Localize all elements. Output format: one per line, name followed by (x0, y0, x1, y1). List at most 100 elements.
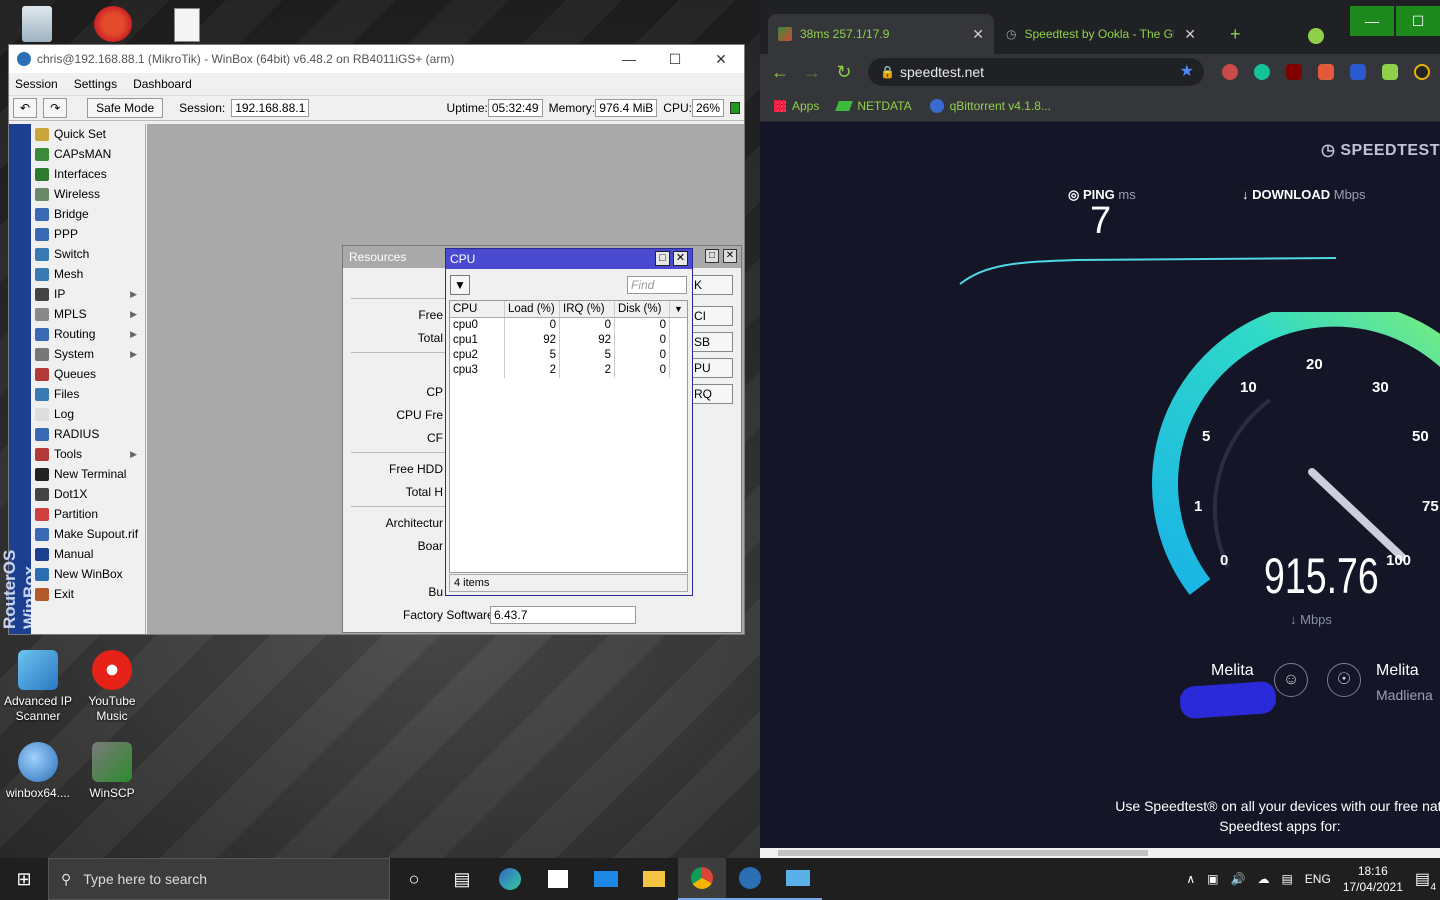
safe-mode-button[interactable]: Safe Mode (87, 98, 164, 118)
table-row[interactable]: cpu1 92 92 0 (450, 333, 687, 348)
scrollbar-thumb[interactable] (778, 850, 1148, 856)
sidebar-item-new-winbox[interactable]: New WinBox (31, 564, 145, 584)
sidebar-item-routing[interactable]: Routing ▶ (31, 324, 145, 344)
menu-settings[interactable]: Settings (74, 77, 117, 91)
minimize-icon[interactable]: — (606, 51, 652, 68)
onedrive-icon[interactable]: ☁ (1257, 872, 1269, 886)
notifications-icon[interactable]: ▤ 4 (1415, 869, 1436, 893)
sidebar-item-log[interactable]: Log (31, 404, 145, 424)
grammarly-icon[interactable] (1254, 64, 1270, 80)
windows-start-icon[interactable]: ⊞ (0, 858, 48, 900)
close-icon[interactable]: ✕ (698, 51, 744, 68)
server-name[interactable]: Melita (1376, 662, 1419, 680)
sidebar-item-make-supout-rif[interactable]: Make Supout.rif (31, 524, 145, 544)
desktop-icon-winscp[interactable]: WinSCP (74, 742, 150, 801)
extension-icon[interactable] (1350, 64, 1366, 80)
sidebar-item-exit[interactable]: Exit (31, 584, 145, 604)
winbox-titlebar[interactable]: chris@192.168.88.1 (MikroTik) - WinBox (… (9, 45, 744, 73)
maximize-icon[interactable]: □ (655, 251, 670, 266)
maximize-icon[interactable]: ☐ (652, 51, 698, 68)
resources-button[interactable]: CI (689, 306, 733, 326)
column-header[interactable]: Disk (%) (615, 301, 670, 317)
extensions-puzzle-icon[interactable] (1382, 64, 1398, 80)
close-tab-icon[interactable]: ✕ (972, 26, 984, 43)
sidebar-item-files[interactable]: Files (31, 384, 145, 404)
document-icon[interactable] (174, 8, 200, 42)
bookmark-star-icon[interactable]: ★ (1180, 58, 1194, 86)
redo-icon[interactable]: ↷ (43, 98, 68, 118)
network-icon[interactable]: ▤ (1281, 872, 1292, 886)
globe-icon[interactable]: ☉ (1327, 663, 1361, 697)
extension-icon[interactable] (1318, 64, 1334, 80)
back-icon[interactable]: ← (764, 62, 796, 83)
meet-icon[interactable]: ▣ (1207, 872, 1218, 886)
bookmark-netdata[interactable]: NETDATA (835, 99, 912, 113)
ccleaner-icon[interactable] (94, 6, 132, 42)
table-row[interactable]: cpu0 0 0 0 (450, 318, 687, 333)
undo-icon[interactable]: ↶ (13, 98, 38, 118)
sidebar-item-system[interactable]: System ▶ (31, 344, 145, 364)
column-header[interactable]: Load (%) (505, 301, 560, 317)
sidebar-item-dot1x[interactable]: Dot1X (31, 484, 145, 504)
table-row[interactable]: cpu2 5 5 0 (450, 348, 687, 363)
profile-sync-icon[interactable] (1308, 28, 1324, 44)
close-icon[interactable]: ✕ (673, 251, 688, 266)
sidebar-item-capsman[interactable]: CAPsMAN (31, 144, 145, 164)
sidebar-item-wireless[interactable]: Wireless (31, 184, 145, 204)
maximize-icon[interactable]: ☐ (1396, 6, 1440, 36)
sidebar-item-new-terminal[interactable]: New Terminal (31, 464, 145, 484)
chrome-taskbar-icon[interactable] (678, 858, 726, 900)
speedtest-logo[interactable]: ◷ SPEEDTEST (1321, 140, 1440, 160)
resources-button[interactable]: RQ (689, 384, 733, 404)
sidebar-item-quick-set[interactable]: Quick Set (31, 124, 145, 144)
menu-dashboard[interactable]: Dashboard (133, 77, 192, 91)
sidebar-item-interfaces[interactable]: Interfaces (31, 164, 145, 184)
close-tab-icon[interactable]: ✕ (1184, 26, 1196, 43)
menu-session[interactable]: Session (15, 77, 58, 91)
sidebar-item-manual[interactable]: Manual (31, 544, 145, 564)
winbox-taskbar-icon[interactable] (726, 858, 774, 900)
desktop-icon-youtube-music[interactable]: YouTube Music (74, 650, 150, 724)
extension-icon[interactable] (1222, 64, 1238, 80)
tab-speedtest[interactable]: ◷ Speedtest by Ookla - The Glob ✕ (996, 14, 1206, 54)
bookmark-qbittorrent[interactable]: qBittorrent v4.1.8... (929, 98, 1051, 113)
address-bar[interactable]: 🔒 speedtest.net ★ (868, 58, 1204, 86)
edge-icon[interactable] (486, 858, 534, 900)
sidebar-item-mpls[interactable]: MPLS ▶ (31, 304, 145, 324)
resources-button[interactable]: SB (689, 332, 733, 352)
column-header[interactable]: IRQ (%) (560, 301, 615, 317)
sidebar-item-ip[interactable]: IP ▶ (31, 284, 145, 304)
new-tab-icon[interactable]: + (1230, 24, 1241, 45)
horizontal-scrollbar[interactable] (760, 848, 1440, 858)
mail-icon[interactable] (582, 858, 630, 900)
recycle-bin-icon[interactable] (22, 6, 52, 42)
maximize-icon[interactable]: □ (705, 249, 719, 263)
file-explorer-icon[interactable] (630, 858, 678, 900)
desktop-icon-winbox[interactable]: winbox64.... (0, 742, 76, 801)
user-icon[interactable]: ☺ (1274, 663, 1308, 697)
clock[interactable]: 18:16 17/04/2021 (1343, 863, 1403, 895)
sidebar-item-tools[interactable]: Tools ▶ (31, 444, 145, 464)
remote-desktop-icon[interactable] (774, 858, 822, 900)
sidebar-item-radius[interactable]: RADIUS (31, 424, 145, 444)
volume-icon[interactable]: 🔊 (1231, 872, 1246, 886)
minimize-icon[interactable]: — (1350, 6, 1394, 36)
store-icon[interactable] (534, 858, 582, 900)
forward-icon[interactable]: → (796, 62, 828, 83)
close-icon[interactable]: ✕ (723, 249, 737, 263)
task-view-icon[interactable]: ▤ (438, 858, 486, 900)
tab-netdata[interactable]: 38ms 257.1/17.9 ✕ (768, 14, 994, 54)
cortana-icon[interactable]: ○ (390, 858, 438, 900)
ublock-icon[interactable] (1286, 64, 1302, 80)
table-row[interactable]: cpu3 2 2 0 (450, 363, 687, 378)
sidebar-item-mesh[interactable]: Mesh (31, 264, 145, 284)
language-indicator[interactable]: ENG (1305, 872, 1331, 886)
sidebar-item-ppp[interactable]: PPP (31, 224, 145, 244)
resources-button[interactable]: PU (689, 358, 733, 378)
filter-icon[interactable]: ▼ (450, 275, 470, 295)
cpu-titlebar[interactable]: CPU □ ✕ (446, 249, 692, 269)
taskbar-search[interactable]: ⚲ Type here to search (48, 858, 390, 900)
chevron-up-icon[interactable]: ∧ (1186, 872, 1195, 886)
session-field[interactable]: 192.168.88.1 (231, 99, 310, 117)
bookmark-apps[interactable]: Apps (774, 99, 819, 113)
